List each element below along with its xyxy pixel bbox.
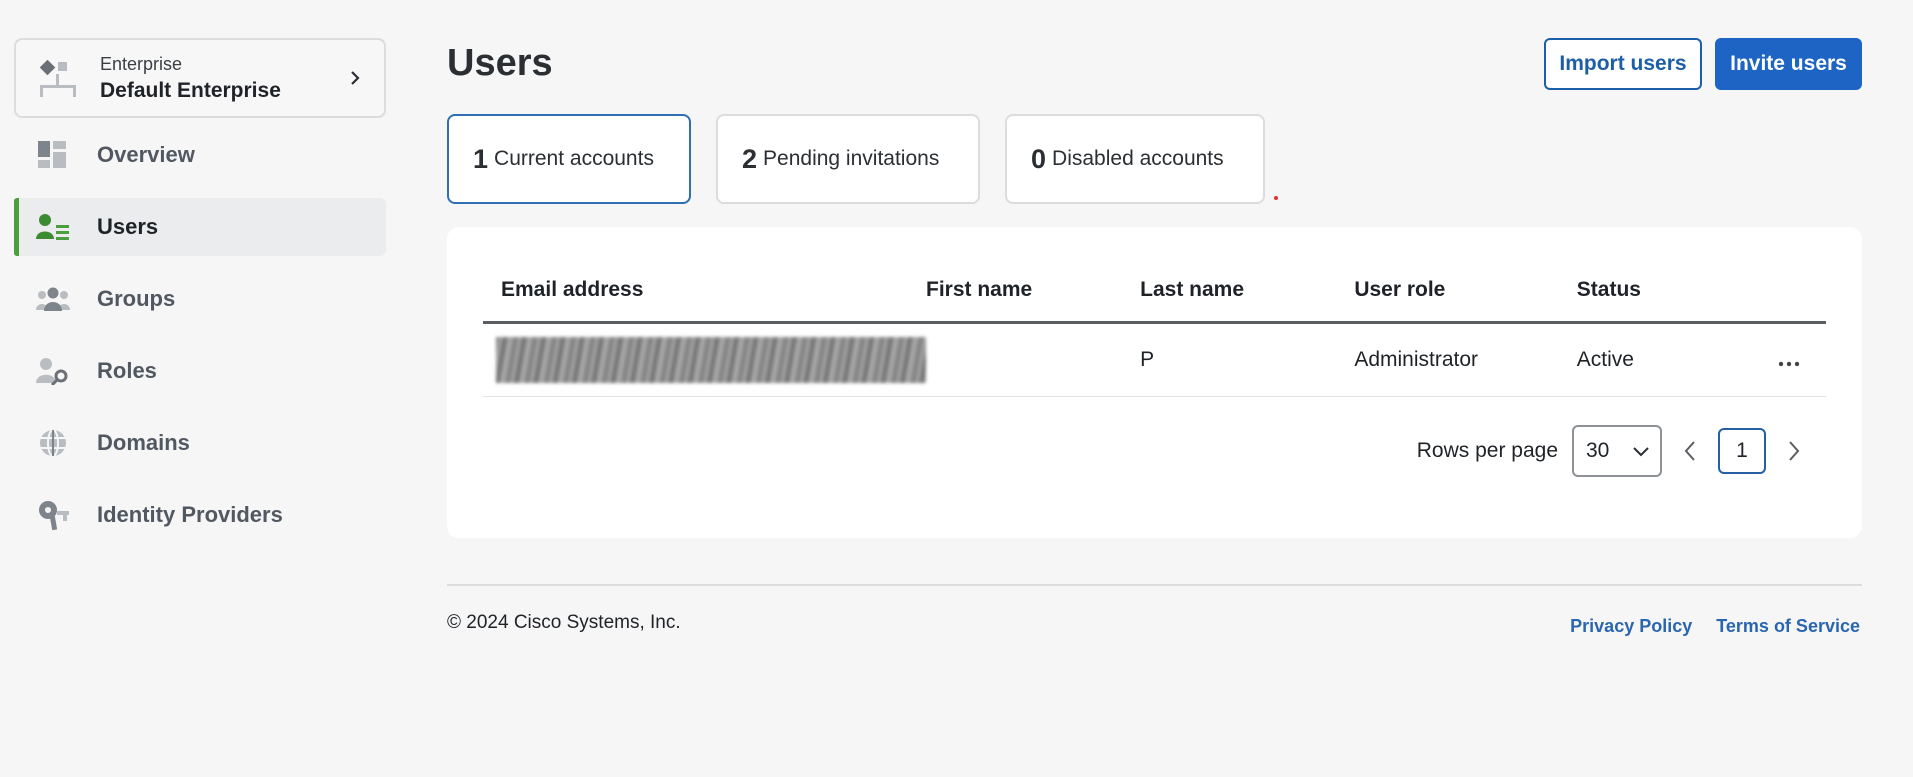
enterprise-selector[interactable]: Enterprise Default Enterprise <box>14 38 386 118</box>
users-table-card: Email address First name Last name User … <box>447 227 1862 538</box>
sidebar: Enterprise Default Enterprise Overview U… <box>14 38 386 558</box>
copyright-text: © 2024 Cisco Systems, Inc. <box>447 612 681 633</box>
sidebar-item-label: Users <box>97 214 159 239</box>
cursor-marker <box>1274 196 1278 200</box>
chevron-left-icon <box>1684 441 1695 461</box>
column-header-actions <box>1778 259 1826 324</box>
sidebar-item-domains[interactable]: Domains <box>14 414 386 472</box>
sidebar-item-roles[interactable]: Roles <box>14 342 386 400</box>
first-name-cell <box>926 322 1141 397</box>
rows-per-page-select[interactable]: 30 <box>1572 425 1662 477</box>
row-actions-button[interactable] <box>1778 322 1826 397</box>
email-cell <box>483 322 926 397</box>
next-page-button[interactable] <box>1776 433 1812 469</box>
tab-disabled-accounts[interactable]: 0 Disabled accounts <box>1005 114 1265 204</box>
tab-count: 0 <box>1031 143 1047 174</box>
sidebar-item-groups[interactable]: Groups <box>14 270 386 328</box>
more-horizontal-icon <box>1778 361 1800 367</box>
enterprise-hierarchy-icon <box>39 59 76 97</box>
chevron-down-icon <box>1633 447 1649 457</box>
tab-count: 1 <box>473 143 489 174</box>
tab-label: Disabled accounts <box>1052 147 1224 170</box>
page-title: Users <box>447 42 553 84</box>
roles-icon <box>36 354 70 388</box>
sidebar-item-label: Domains <box>97 430 190 455</box>
tab-current-accounts[interactable]: 1 Current accounts <box>447 114 691 204</box>
pagination: Rows per page 30 1 <box>1417 425 1822 477</box>
globe-icon <box>36 426 70 460</box>
rows-per-page-value: 30 <box>1586 439 1610 462</box>
tab-label: Pending invitations <box>763 147 940 170</box>
terms-of-service-link[interactable]: Terms of Service <box>1716 616 1860 637</box>
tab-count: 2 <box>742 143 758 174</box>
previous-page-button[interactable] <box>1672 433 1708 469</box>
column-header-first-name[interactable]: First name <box>926 259 1141 324</box>
users-table: Email address First name Last name User … <box>483 259 1826 397</box>
enterprise-label: Enterprise <box>100 53 183 74</box>
invite-users-button[interactable]: Invite users <box>1715 38 1862 90</box>
last-name-cell: P <box>1140 322 1355 397</box>
sidebar-item-label: Identity Providers <box>97 502 283 527</box>
sidebar-item-users[interactable]: Users <box>14 198 386 256</box>
rows-per-page-label: Rows per page <box>1416 439 1558 462</box>
user-role-cell: Administrator <box>1354 322 1577 397</box>
column-header-user-role[interactable]: User role <box>1354 259 1577 324</box>
column-header-last-name[interactable]: Last name <box>1140 259 1355 324</box>
sidebar-nav: Overview Users Groups Roles Domains Iden… <box>14 126 386 544</box>
footer-links: Privacy Policy Terms of Service <box>1546 616 1860 637</box>
sidebar-item-identity-providers[interactable]: Identity Providers <box>14 486 386 544</box>
privacy-policy-link[interactable]: Privacy Policy <box>1570 616 1692 637</box>
tab-label: Current accounts <box>494 147 654 170</box>
chevron-right-icon <box>351 71 360 85</box>
sidebar-item-label: Overview <box>97 142 195 167</box>
enterprise-name: Default Enterprise <box>100 78 281 102</box>
key-icon <box>36 498 70 532</box>
tab-pending-invitations[interactable]: 2 Pending invitations <box>716 114 980 204</box>
dashboard-icon <box>36 138 70 172</box>
footer-divider <box>447 584 1862 586</box>
account-tabs: 1 Current accounts 2 Pending invitations… <box>447 114 1290 204</box>
sidebar-item-overview[interactable]: Overview <box>14 126 386 184</box>
users-icon <box>36 210 70 244</box>
redacted-email <box>496 337 926 383</box>
chevron-right-icon <box>1789 441 1800 461</box>
table-row[interactable]: P Administrator Active <box>483 322 1826 397</box>
status-cell: Active <box>1576 322 1778 397</box>
column-header-status[interactable]: Status <box>1576 259 1778 324</box>
table-header-row: Email address First name Last name User … <box>483 259 1826 324</box>
import-users-button[interactable]: Import users <box>1544 38 1702 90</box>
enterprise-text: Enterprise Default Enterprise <box>100 54 346 103</box>
groups-icon <box>36 282 70 316</box>
sidebar-item-label: Roles <box>97 358 157 383</box>
column-header-email[interactable]: Email address <box>483 259 926 324</box>
page-number-button[interactable]: 1 <box>1718 428 1766 474</box>
sidebar-item-label: Groups <box>97 286 176 311</box>
